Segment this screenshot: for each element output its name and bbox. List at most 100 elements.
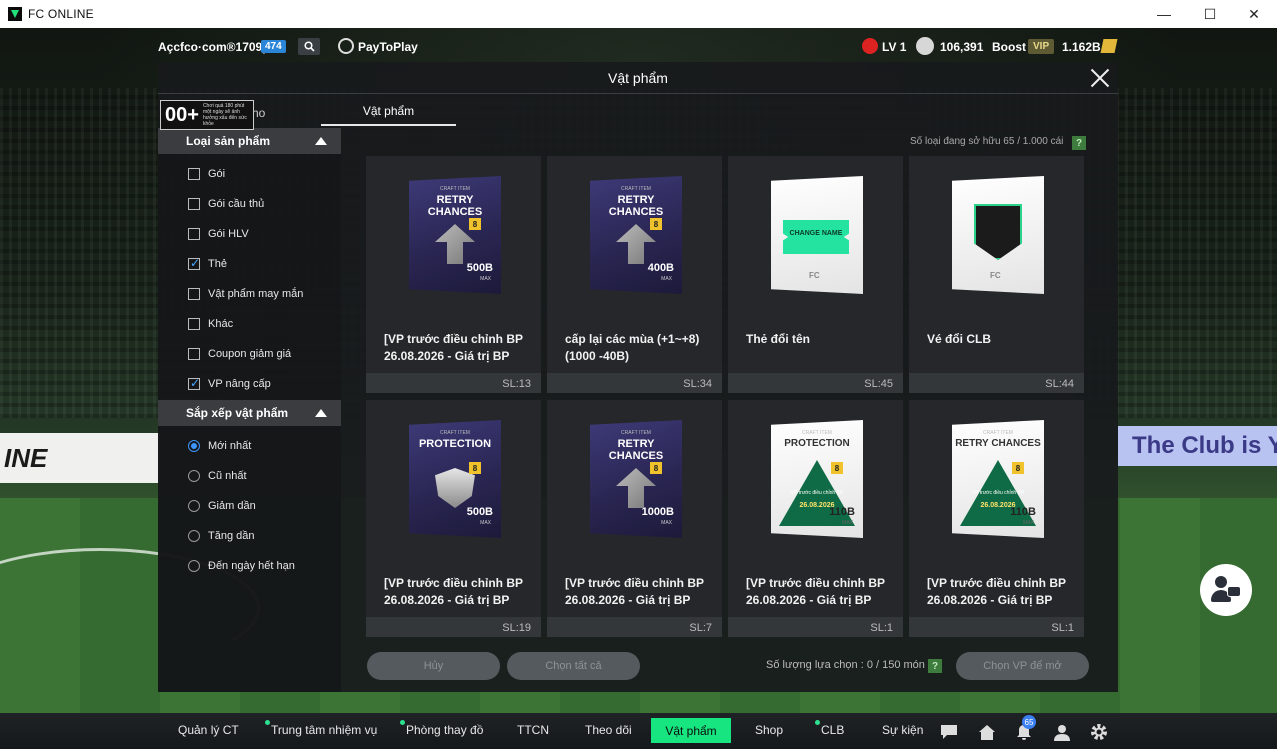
filter-sidebar: Loại sản phẩm Gói Gói cầu thủ Gói HLV Thẻ Vậ…: [158, 128, 341, 692]
nav-quan-ly-ct[interactable]: Quản lý CT: [178, 723, 239, 737]
support-chat-button[interactable]: [1200, 564, 1252, 616]
nav-trung-tam-nhiem-vu[interactable]: Trung tâm nhiệm vụ: [264, 720, 377, 737]
item-tile[interactable]: CRAFT ITEM RETRY CHANCES 8 1000B MAX [VP trướ…: [547, 400, 722, 637]
card-bp-amount: 500B: [466, 506, 493, 518]
nav-phong-thay-do[interactable]: Phòng thay đồ: [399, 720, 483, 737]
filter-option[interactable]: Coupon giảm giá: [188, 346, 291, 362]
checkbox[interactable]: [188, 198, 200, 210]
fc-logo-icon: FC: [990, 271, 1001, 280]
tab-vat-pham[interactable]: Vật phẩm: [321, 104, 456, 126]
nav-ttcn[interactable]: TTCN: [517, 723, 549, 737]
card-bp-amount: 110B: [829, 506, 855, 518]
radio-button[interactable]: [188, 560, 200, 572]
filter-option[interactable]: Vật phẩm may mắn: [188, 286, 303, 302]
paytoplay-label[interactable]: PayToPlay: [358, 40, 418, 54]
help-icon[interactable]: ?: [928, 659, 942, 673]
account-badge: 474: [261, 40, 286, 53]
item-name: Thẻ đổi tên: [746, 332, 810, 346]
card-max-label: MAX: [480, 520, 491, 526]
item-name: [VP trước điều chỉnh BP 26.08.2026 - Giá…: [565, 576, 704, 607]
product-type-header[interactable]: Loại sản phẩm: [158, 128, 341, 154]
collapse-arrow-icon[interactable]: [315, 137, 327, 145]
checkbox[interactable]: [188, 288, 200, 300]
item-tile[interactable]: CRAFT ITEM RETRY CHANCES 8 400B MAX cấp lại c…: [547, 156, 722, 393]
card-level-badge: 8: [831, 462, 843, 474]
radio-button[interactable]: [188, 440, 200, 452]
item-tile[interactable]: CRAFT ITEM RETRY CHANCES VP trước điều chỉ…: [909, 400, 1084, 637]
card-level-badge: 8: [469, 462, 481, 474]
item-quantity-bar: SL:19: [366, 617, 541, 637]
window-titlebar: FC ONLINE — ☐ ✕: [0, 0, 1277, 28]
nav-theo-doi[interactable]: Theo dõi: [585, 723, 632, 737]
filter-option[interactable]: Khác: [188, 316, 233, 332]
card-bp-amount: 1000B: [641, 506, 674, 518]
minimize-button[interactable]: —: [1141, 0, 1187, 28]
item-tile[interactable]: CRAFT ITEM PROTECTION VP trước điều chỉnh …: [728, 400, 903, 637]
checkbox[interactable]: [188, 228, 200, 240]
nav-shop[interactable]: Shop: [755, 723, 783, 737]
settings-gear-icon[interactable]: [1089, 722, 1109, 742]
item-tile[interactable]: CHANGE NAME FC Thẻ đổi tên SL:45: [728, 156, 903, 393]
filter-option[interactable]: VP nâng cấp: [188, 376, 271, 392]
profile-icon[interactable]: [1052, 722, 1072, 742]
chat-icon[interactable]: [939, 722, 959, 742]
checkbox[interactable]: [188, 318, 200, 330]
item-quantity-bar: SL:1: [909, 617, 1084, 637]
protection-shield-icon: [435, 468, 475, 508]
product-type-title: Loại sản phẩm: [186, 134, 271, 148]
sort-header[interactable]: Sắp xếp vật phẩm: [158, 400, 341, 426]
item-tile[interactable]: FC Vé đổi CLB SL:44: [909, 156, 1084, 393]
close-modal-button[interactable]: [1088, 66, 1112, 90]
item-tile[interactable]: CRAFT ITEM RETRY CHANCES 8 500B MAX [VP trước…: [366, 156, 541, 393]
item-card-image: CRAFT ITEM PROTECTION VP trước điều chỉnh …: [771, 420, 863, 538]
sort-option[interactable]: Giảm dần: [188, 498, 256, 514]
filter-option-label: Coupon giảm giá: [208, 348, 292, 360]
fc-logo-icon: FC: [809, 271, 820, 280]
search-button[interactable]: [298, 38, 320, 55]
notification-badge: 65: [1022, 715, 1036, 729]
item-card-image: CHANGE NAME FC: [771, 176, 863, 294]
nav-vat-pham[interactable]: Vật phẩm: [651, 718, 731, 743]
filter-option[interactable]: Gói: [188, 166, 225, 182]
item-card-image: CRAFT ITEM PROTECTION 8 500B MAX: [409, 420, 501, 538]
card-bp-amount: 110B: [1010, 506, 1036, 518]
owned-count: Số loại đang sở hữu 65 / 1.000 cái: [910, 136, 1064, 147]
close-window-button[interactable]: ✕: [1231, 0, 1277, 28]
checkbox[interactable]: [188, 376, 200, 390]
filter-option[interactable]: Gói HLV: [188, 226, 249, 242]
help-icon[interactable]: ?: [1072, 136, 1086, 150]
radio-button[interactable]: [188, 470, 200, 482]
vip-badge: VIP: [1028, 39, 1055, 54]
checkbox[interactable]: [188, 168, 200, 180]
card-title: PROTECTION: [418, 438, 492, 450]
cancel-button[interactable]: Hủy: [367, 652, 500, 680]
filter-option-label: Gói: [208, 168, 226, 180]
item-card-image: FC: [952, 176, 1044, 294]
filter-option[interactable]: Gói cầu thủ: [188, 196, 264, 212]
sort-option[interactable]: Đến ngày hết hạn: [188, 558, 295, 574]
open-selected-button[interactable]: Chọn VP để mở: [956, 652, 1089, 680]
item-quantity-bar: SL:1: [728, 617, 903, 637]
nav-su-kien[interactable]: Sự kiện: [882, 723, 923, 737]
radio-button[interactable]: [188, 500, 200, 512]
select-all-button[interactable]: Chọn tất cả: [507, 652, 640, 680]
chat-bubble-icon: [1227, 586, 1241, 597]
nav-clb[interactable]: CLB: [814, 720, 844, 737]
checkbox[interactable]: [188, 256, 200, 270]
collapse-arrow-icon[interactable]: [315, 409, 327, 417]
radio-button[interactable]: [188, 530, 200, 542]
sort-option[interactable]: Mới nhất: [188, 438, 251, 454]
sort-option[interactable]: Cũ nhất: [188, 468, 247, 484]
boost-label[interactable]: Boost: [992, 40, 1026, 54]
age-rating: 00+: [165, 103, 199, 126]
card-title: RETRY CHANCES: [608, 438, 664, 462]
home-icon[interactable]: [977, 722, 997, 742]
maximize-button[interactable]: ☐: [1187, 0, 1233, 28]
card-max-label: MAX: [661, 520, 672, 526]
sort-option[interactable]: Tăng dần: [188, 528, 254, 544]
upgrade-arrow-icon: [435, 224, 475, 264]
item-tile[interactable]: CRAFT ITEM PROTECTION 8 500B MAX [VP trước đi…: [366, 400, 541, 637]
checkbox[interactable]: [188, 348, 200, 360]
filter-option[interactable]: Thẻ: [188, 256, 227, 272]
level-icon: [862, 38, 878, 54]
